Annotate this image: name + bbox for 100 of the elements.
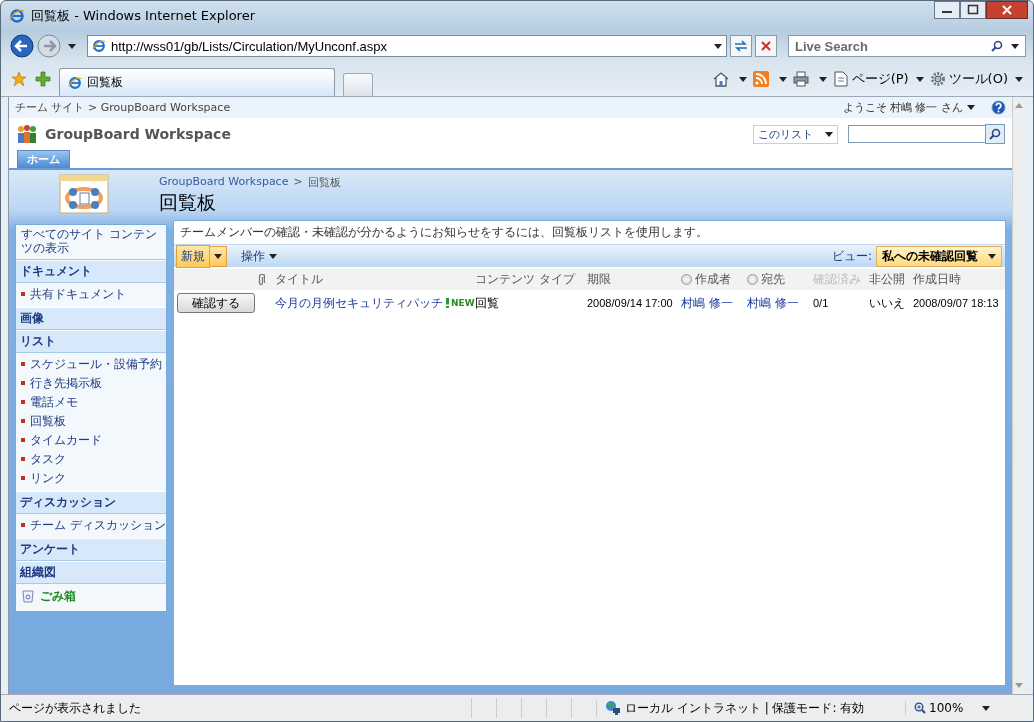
search-icon[interactable]	[991, 40, 1003, 52]
sidebar-link[interactable]: 行き先掲示板	[30, 374, 102, 392]
site-breadcrumb[interactable]: チーム サイト > GroupBoard Workspace	[15, 100, 231, 115]
search-button[interactable]	[989, 128, 1001, 140]
security-zone-text: ローカル イントラネット | 保護モード: 有効	[625, 699, 865, 717]
item-title-link[interactable]: 今月の月例セキュリティパッチ	[275, 294, 443, 312]
zoom-caret-icon[interactable]	[982, 705, 990, 711]
welcome-menu[interactable]: ようこそ 村嶋 修一 さん	[842, 100, 975, 115]
column-header[interactable]: タイトル	[275, 271, 323, 288]
back-button[interactable]	[10, 34, 34, 58]
people-logo-icon	[15, 124, 39, 144]
address-bar[interactable]: http://wss01/gb/Lists/Circulation/MyUnconf.aspx	[87, 35, 727, 57]
sidebar-link[interactable]: 回覧板	[30, 412, 66, 430]
radio-button[interactable]	[747, 274, 758, 285]
radio-button[interactable]	[681, 274, 692, 285]
help-icon[interactable]	[991, 100, 1006, 115]
bullet-icon	[21, 476, 25, 481]
site-search-field[interactable]	[848, 125, 986, 143]
live-search-field[interactable]: Live Search	[788, 35, 1026, 57]
tools-menu[interactable]: ツール(O)	[929, 70, 1023, 88]
author-link[interactable]: 村嶋 修一	[681, 294, 733, 312]
browser-tab[interactable]: 回覧板	[59, 68, 335, 96]
caret-icon[interactable]	[214, 253, 222, 259]
new-dropdown-button[interactable]	[210, 245, 227, 267]
search-scope-dropdown[interactable]: このリスト	[753, 124, 838, 144]
section-heading[interactable]: 画像	[16, 306, 166, 330]
printer-icon[interactable]	[792, 71, 809, 87]
section-heading[interactable]: アンケート	[16, 537, 166, 561]
actions-menu[interactable]: 操作	[241, 247, 277, 265]
new-button[interactable]: 新規	[176, 244, 210, 268]
breadcrumb-separator: >	[293, 175, 303, 190]
all-content-link[interactable]: すべてのサイト コンテンツの表示	[16, 225, 166, 260]
column-header[interactable]: 作成者	[695, 271, 731, 288]
page-icon	[832, 71, 849, 87]
caret-icon[interactable]	[825, 131, 833, 137]
refresh-button[interactable]	[730, 35, 752, 57]
bullet-icon	[21, 419, 25, 424]
caret-icon[interactable]	[269, 253, 277, 259]
column-header[interactable]: 宛先	[761, 271, 785, 288]
sidebar-link[interactable]: タイムカード	[30, 431, 102, 449]
caret-icon[interactable]	[967, 105, 975, 110]
favorites-star-icon[interactable]	[11, 71, 27, 87]
sidebar-link[interactable]: タスク	[30, 450, 66, 468]
sidebar-link[interactable]: 電話メモ	[30, 393, 78, 411]
caret-icon[interactable]	[915, 76, 924, 82]
browser-logo-icon	[68, 75, 82, 90]
add-favorite-icon[interactable]	[35, 71, 51, 87]
recipient-link[interactable]: 村嶋 修一	[747, 294, 799, 312]
bullet-icon	[21, 381, 25, 386]
stop-button[interactable]	[755, 35, 777, 57]
view-dropdown[interactable]: 私への未確認回覧	[876, 245, 1002, 267]
gear-icon	[929, 71, 946, 87]
column-header[interactable]: コンテンツ タイプ	[475, 271, 575, 288]
confirm-button[interactable]: 確認する	[177, 293, 255, 313]
new-label: NEW	[451, 298, 475, 308]
browser-logo-icon	[9, 7, 25, 24]
zoom-control[interactable]: 100%	[905, 701, 978, 715]
bullet-icon	[21, 400, 25, 405]
caret-icon[interactable]	[988, 253, 996, 259]
sidebar-link[interactable]: リンク	[30, 469, 66, 487]
section-heading[interactable]: ドキュメント	[16, 259, 166, 283]
close-button[interactable]	[986, 1, 1028, 19]
recycle-bin-icon	[22, 589, 34, 604]
maximize-button[interactable]	[960, 1, 986, 19]
table-cell: 2008/09/07 18:13	[913, 297, 999, 309]
minimize-button[interactable]	[934, 1, 960, 19]
sidebar-link[interactable]: スケジュール・設備予約	[30, 355, 162, 373]
column-header[interactable]: 作成日時	[913, 271, 961, 288]
exclamation-icon	[446, 298, 449, 308]
zoom-in-icon	[914, 702, 926, 714]
bullet-icon	[21, 438, 25, 443]
table-cell: 回覧	[475, 294, 499, 312]
print-caret-icon[interactable]	[818, 76, 827, 82]
sidebar-link[interactable]: 共有ドキュメント	[30, 285, 126, 303]
site-title[interactable]: GroupBoard Workspace	[45, 126, 231, 142]
column-header[interactable]: 期限	[587, 271, 611, 288]
page-menu[interactable]: ページ(P)	[832, 70, 924, 88]
address-caret-icon[interactable]	[714, 43, 722, 49]
recycle-bin-link[interactable]: ごみ箱	[40, 587, 76, 605]
section-heading[interactable]: ディスカッション	[16, 490, 166, 514]
bullet-icon	[21, 362, 25, 367]
breadcrumb-link[interactable]: GroupBoard Workspace	[159, 175, 289, 190]
browser-logo-icon	[92, 39, 106, 53]
status-text: ページが表示されました	[9, 699, 142, 717]
paperclip-icon	[257, 273, 265, 286]
column-header[interactable]: 非公開	[869, 271, 905, 288]
search-caret-icon[interactable]	[1011, 43, 1019, 49]
home-caret-icon[interactable]	[738, 76, 747, 82]
window-title: 回覧板 - Windows Internet Explorer	[31, 6, 255, 25]
feed-icon[interactable]	[752, 71, 769, 87]
home-icon[interactable]	[712, 71, 729, 87]
breadcrumb-current: 回覧板	[307, 175, 341, 190]
history-caret-icon[interactable]	[68, 43, 76, 49]
section-heading[interactable]: リスト	[16, 329, 166, 353]
caret-icon[interactable]	[1015, 76, 1023, 82]
sidebar-link[interactable]: チーム ディスカッション	[30, 516, 166, 534]
feed-caret-icon[interactable]	[778, 76, 787, 82]
bullet-icon	[21, 292, 25, 297]
section-heading[interactable]: 組織図	[16, 560, 166, 584]
circulation-board-icon	[59, 174, 109, 214]
